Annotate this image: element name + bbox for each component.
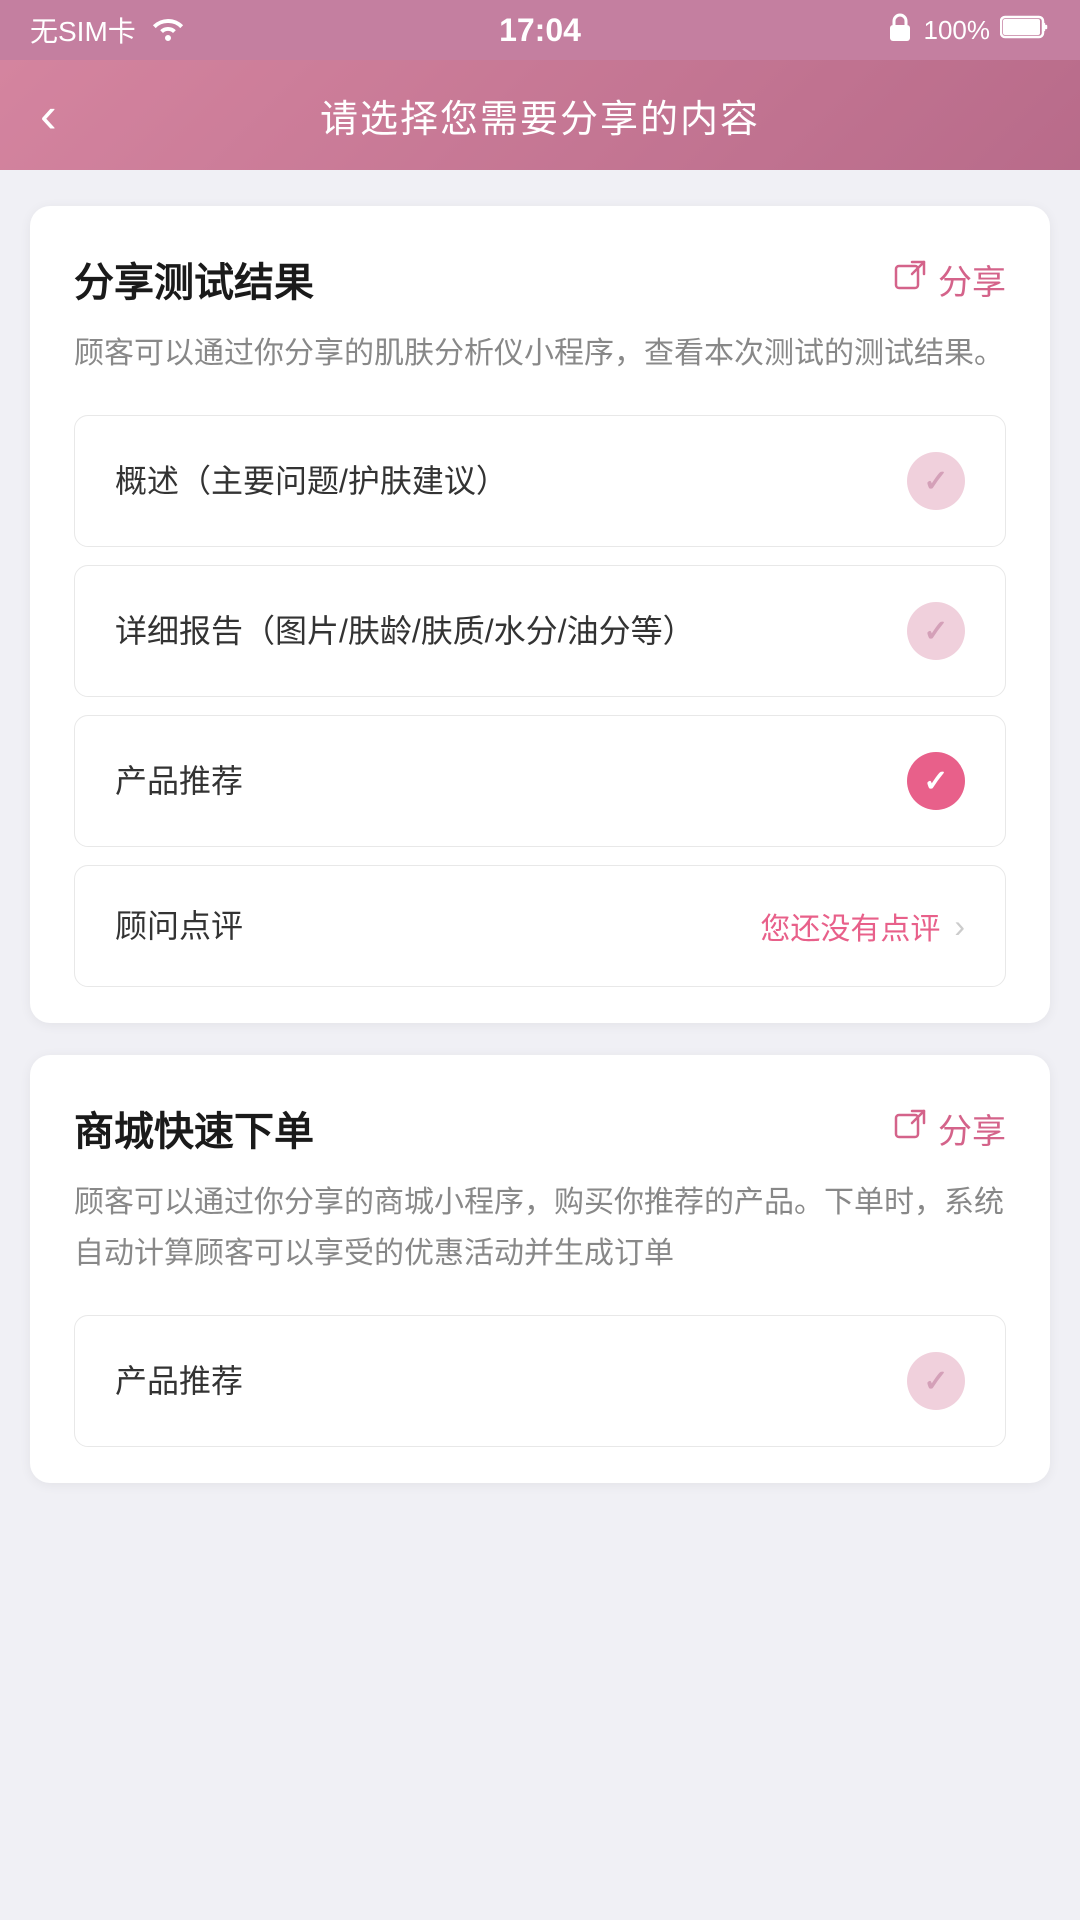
section1-description: 顾客可以通过你分享的肌肤分析仪小程序，查看本次测试的测试结果。 bbox=[74, 328, 1006, 379]
card-header-2: 商城快速下单 分享 bbox=[74, 1099, 1006, 1157]
detail-check-icon: ✓ bbox=[923, 614, 948, 649]
option-overview[interactable]: 概述（主要问题/护肤建议） ✓ bbox=[74, 415, 1006, 547]
section2-title: 商城快速下单 bbox=[74, 1099, 314, 1157]
overview-check-icon: ✓ bbox=[923, 464, 948, 499]
product-checkbox[interactable]: ✓ bbox=[907, 752, 965, 810]
battery-icon bbox=[1000, 14, 1050, 47]
share-mall-button[interactable]: 分享 bbox=[894, 1104, 1006, 1153]
option-advisor-label: 顾问点评 bbox=[115, 902, 760, 950]
option-product2-label: 产品推荐 bbox=[115, 1357, 907, 1405]
option-product-label: 产品推荐 bbox=[115, 757, 907, 805]
chevron-right-icon: › bbox=[954, 908, 965, 945]
status-bar: 无SIM卡 17:04 100% bbox=[0, 0, 1080, 60]
option-detail[interactable]: 详细报告（图片/肤龄/肤质/水分/油分等） ✓ bbox=[74, 565, 1006, 697]
share-test-label: 分享 bbox=[938, 255, 1006, 304]
section2-description: 顾客可以通过你分享的商城小程序，购买你推荐的产品。下单时，系统自动计算顾客可以享… bbox=[74, 1177, 1006, 1279]
option-product[interactable]: 产品推荐 ✓ bbox=[74, 715, 1006, 847]
back-button[interactable]: ‹ bbox=[40, 90, 57, 140]
option-overview-label: 概述（主要问题/护肤建议） bbox=[115, 457, 907, 505]
mall-quick-order-card: 商城快速下单 分享 顾客可以通过你分享的商城小程序，购买你推荐的产品。下单时，系… bbox=[30, 1055, 1050, 1483]
no-review-text: 您还没有点评 bbox=[760, 904, 940, 948]
option-advisor[interactable]: 顾问点评 您还没有点评 › bbox=[74, 865, 1006, 987]
page-title: 请选择您需要分享的内容 bbox=[320, 88, 760, 143]
status-time: 17:04 bbox=[499, 12, 581, 49]
share-mall-icon bbox=[894, 1107, 928, 1150]
share-mall-label: 分享 bbox=[938, 1104, 1006, 1153]
nav-bar: ‹ 请选择您需要分享的内容 bbox=[0, 60, 1080, 170]
product2-check-icon: ✓ bbox=[923, 1364, 948, 1399]
detail-checkbox[interactable]: ✓ bbox=[907, 602, 965, 660]
share-test-button[interactable]: 分享 bbox=[894, 255, 1006, 304]
wifi-icon bbox=[150, 13, 186, 48]
battery-percent: 100% bbox=[924, 15, 991, 46]
share-test-icon bbox=[894, 258, 928, 301]
advisor-right: 您还没有点评 › bbox=[760, 904, 965, 948]
lock-icon bbox=[886, 11, 914, 50]
status-left: 无SIM卡 bbox=[30, 10, 186, 50]
share-test-results-card: 分享测试结果 分享 顾客可以通过你分享的肌肤分析仪小程序，查看本次测试的测试结果… bbox=[30, 206, 1050, 1023]
overview-checkbox[interactable]: ✓ bbox=[907, 452, 965, 510]
product-check-icon: ✓ bbox=[923, 764, 948, 799]
section1-title: 分享测试结果 bbox=[74, 250, 314, 308]
status-right: 100% bbox=[886, 11, 1051, 50]
main-content: 分享测试结果 分享 顾客可以通过你分享的肌肤分析仪小程序，查看本次测试的测试结果… bbox=[0, 170, 1080, 1519]
card-header-1: 分享测试结果 分享 bbox=[74, 250, 1006, 308]
option-product2[interactable]: 产品推荐 ✓ bbox=[74, 1315, 1006, 1447]
product2-checkbox[interactable]: ✓ bbox=[907, 1352, 965, 1410]
option-detail-label: 详细报告（图片/肤龄/肤质/水分/油分等） bbox=[115, 607, 907, 655]
carrier-text: 无SIM卡 bbox=[30, 10, 136, 50]
